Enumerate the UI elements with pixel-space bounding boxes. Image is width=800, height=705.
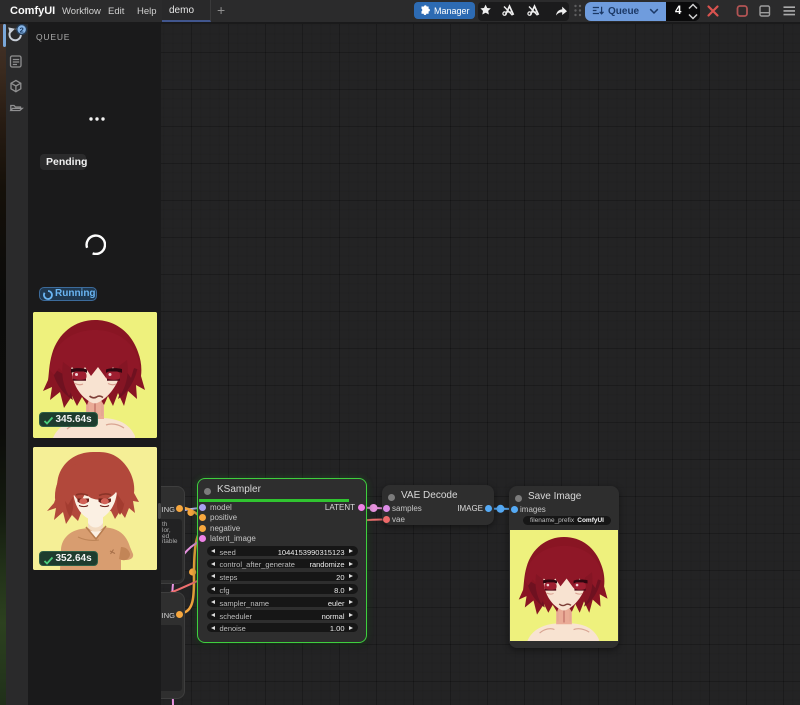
svg-text:2: 2 (20, 25, 24, 34)
